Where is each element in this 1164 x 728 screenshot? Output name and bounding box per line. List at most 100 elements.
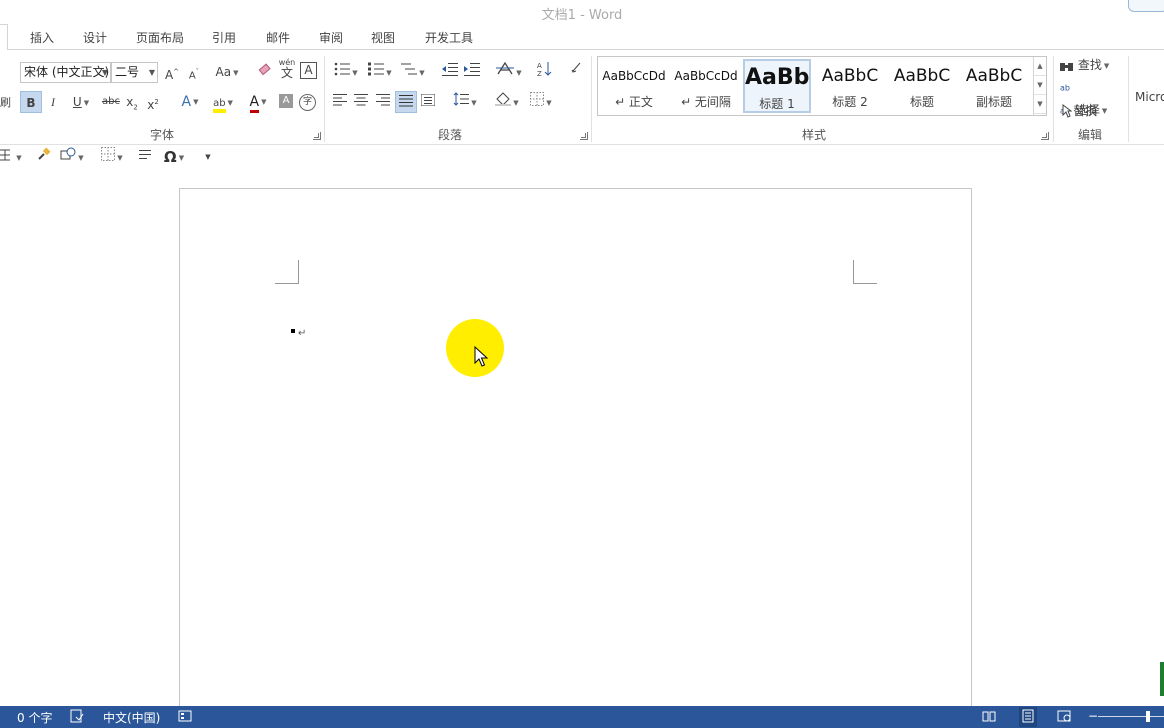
crop-mark-top-left [275, 260, 299, 284]
sort-button[interactable]: AZ [536, 61, 554, 83]
addin-button-cut[interactable]: Micro [1135, 90, 1164, 104]
align-center-button[interactable] [353, 91, 369, 113]
align-right-button[interactable] [375, 91, 391, 113]
format-painter-label-cut: 刷 [0, 96, 11, 109]
clear-format-button[interactable] [256, 61, 274, 83]
tab-mailings[interactable]: 邮件 [266, 29, 290, 46]
tab-review[interactable]: 审阅 [319, 29, 343, 46]
style-heading-2[interactable]: AaBbC 标题 2 [816, 59, 884, 113]
change-case-icon: Aa [215, 65, 232, 79]
style-sample: AaBb [745, 65, 810, 90]
bullets-button[interactable]: ▼ [332, 61, 360, 83]
chevron-up-icon[interactable]: ▲ [1034, 57, 1046, 76]
style-subtitle[interactable]: AaBbC 副标题 [960, 59, 1028, 113]
chevron-down-icon[interactable]: ▼ [1034, 76, 1046, 95]
replace-button[interactable]: abac 替换 [1060, 77, 1120, 118]
superscript-button[interactable]: x2 [145, 91, 161, 113]
table-insert-button[interactable]: ▼ [0, 146, 22, 168]
omega-icon: Ω [163, 148, 177, 166]
font-dialog-launcher[interactable] [313, 132, 321, 140]
style-title[interactable]: AaBbC 标题 [888, 59, 956, 113]
font-color-button[interactable]: A ▼ [243, 91, 273, 113]
tab-home[interactable] [0, 24, 8, 51]
paint-bucket-icon [495, 92, 512, 106]
change-case-button[interactable]: Aa ▼ [212, 61, 242, 83]
highlight-color-button[interactable]: ab ▼ [208, 91, 238, 113]
phonetic-guide-button[interactable]: wén 文 [278, 58, 296, 80]
styles-dialog-launcher[interactable] [1041, 132, 1049, 140]
tab-page-layout[interactable]: 页面布局 [136, 29, 184, 46]
character-border-button[interactable]: A [300, 62, 317, 79]
paintbrush-icon [38, 147, 51, 160]
justify-icon [399, 95, 413, 107]
numbering-button[interactable]: ▼ [365, 61, 395, 83]
quick-access-toolbar: ▼ ▼ ▼ Ω ▼ ▼ [0, 146, 1164, 170]
shading-button[interactable]: ▼ [492, 91, 522, 113]
underline-button[interactable]: U ▼ [66, 91, 96, 113]
group-separator [324, 56, 325, 142]
document-page[interactable]: ↵ [179, 188, 972, 718]
tab-insert[interactable]: 插入 [30, 29, 54, 46]
tab-view[interactable]: 视图 [371, 29, 395, 46]
grow-font-button[interactable]: A^ [163, 61, 181, 83]
account-button[interactable] [1128, 0, 1164, 12]
tab-design[interactable]: 设计 [83, 29, 107, 46]
tab-developer[interactable]: 开发工具 [425, 29, 473, 46]
distributed-button[interactable] [420, 91, 436, 113]
font-name-combo[interactable]: 宋体 (中文正文) ▼ [20, 62, 111, 83]
subscript-button[interactable]: x2 [124, 91, 140, 113]
shapes-button[interactable]: ▼ [58, 146, 86, 168]
read-mode-icon[interactable] [982, 709, 996, 726]
multilevel-list-button[interactable]: ▼ [399, 61, 427, 83]
style-normal[interactable]: AaBbCcDd ↵ 正文 [600, 59, 668, 113]
word-count[interactable]: 0 个字 [17, 709, 52, 726]
customize-qat-button[interactable]: ▼ [202, 146, 214, 168]
enclose-characters-button[interactable]: 字 [299, 94, 316, 111]
paragraph-mark-icon: ↵ [298, 328, 307, 339]
format-painter-button[interactable] [36, 146, 52, 168]
paragraph-dialog-launcher[interactable] [580, 132, 588, 140]
select-button[interactable]: 选择 ▼ [1062, 99, 1122, 121]
character-shading-button[interactable]: A [279, 94, 293, 108]
font-size-combo[interactable]: 二号 ▼ [111, 62, 158, 83]
bold-icon: B [26, 96, 36, 110]
increase-indent-button[interactable] [463, 61, 481, 83]
table-borders-button[interactable]: ▼ [98, 146, 126, 168]
web-layout-icon[interactable] [1057, 709, 1071, 726]
shrink-font-button[interactable]: Aˇ [185, 61, 203, 83]
symbol-button[interactable]: Ω ▼ [160, 146, 188, 168]
chevron-down-icon: ▼ [101, 68, 108, 77]
text-effects-button[interactable]: A ▼ [176, 91, 204, 113]
style-heading-1[interactable]: AaBb 标题 1 [743, 59, 811, 113]
bold-button[interactable]: B [20, 91, 42, 113]
chinese-layout-button[interactable]: ▼ [494, 61, 524, 83]
style-sample: AaBbC [821, 66, 879, 86]
line-spacing-icon [453, 92, 470, 106]
language-indicator[interactable]: 中文(中国) [103, 709, 160, 726]
align-left-button[interactable] [332, 91, 348, 113]
decrease-indent-button[interactable] [441, 61, 459, 83]
show-formatting-marks-button[interactable] [567, 61, 585, 83]
line-spacing-button[interactable]: ▼ [450, 91, 480, 113]
binoculars-icon [1060, 62, 1073, 71]
zoom-slider-thumb[interactable] [1146, 711, 1150, 722]
style-no-spacing[interactable]: AaBbCcDd ↵ 无间隔 [672, 59, 740, 113]
strikethrough-button[interactable]: abc [100, 91, 122, 113]
borders-button[interactable]: ▼ [526, 91, 556, 113]
proofing-icon[interactable] [70, 709, 84, 726]
justify-button[interactable] [395, 91, 417, 113]
macro-record-icon[interactable] [178, 709, 192, 726]
pilcrow-icon [571, 62, 581, 73]
distributed-icon [420, 93, 436, 107]
text-direction-button[interactable] [138, 146, 154, 168]
find-label: 查找 [1077, 58, 1102, 72]
find-button[interactable]: 查找 ▼ [1060, 54, 1120, 76]
more-styles-icon[interactable]: ▼ [1034, 95, 1046, 114]
print-layout-icon[interactable] [1019, 707, 1037, 727]
sort-icon: AZ [537, 62, 552, 78]
italic-button[interactable]: I [45, 91, 61, 113]
zoom-out-button[interactable]: − [1088, 709, 1098, 723]
zoom-slider[interactable] [1098, 716, 1164, 717]
gallery-scrollbar[interactable]: ▲ ▼ ▼ [1033, 57, 1046, 115]
tab-references[interactable]: 引用 [212, 29, 236, 46]
